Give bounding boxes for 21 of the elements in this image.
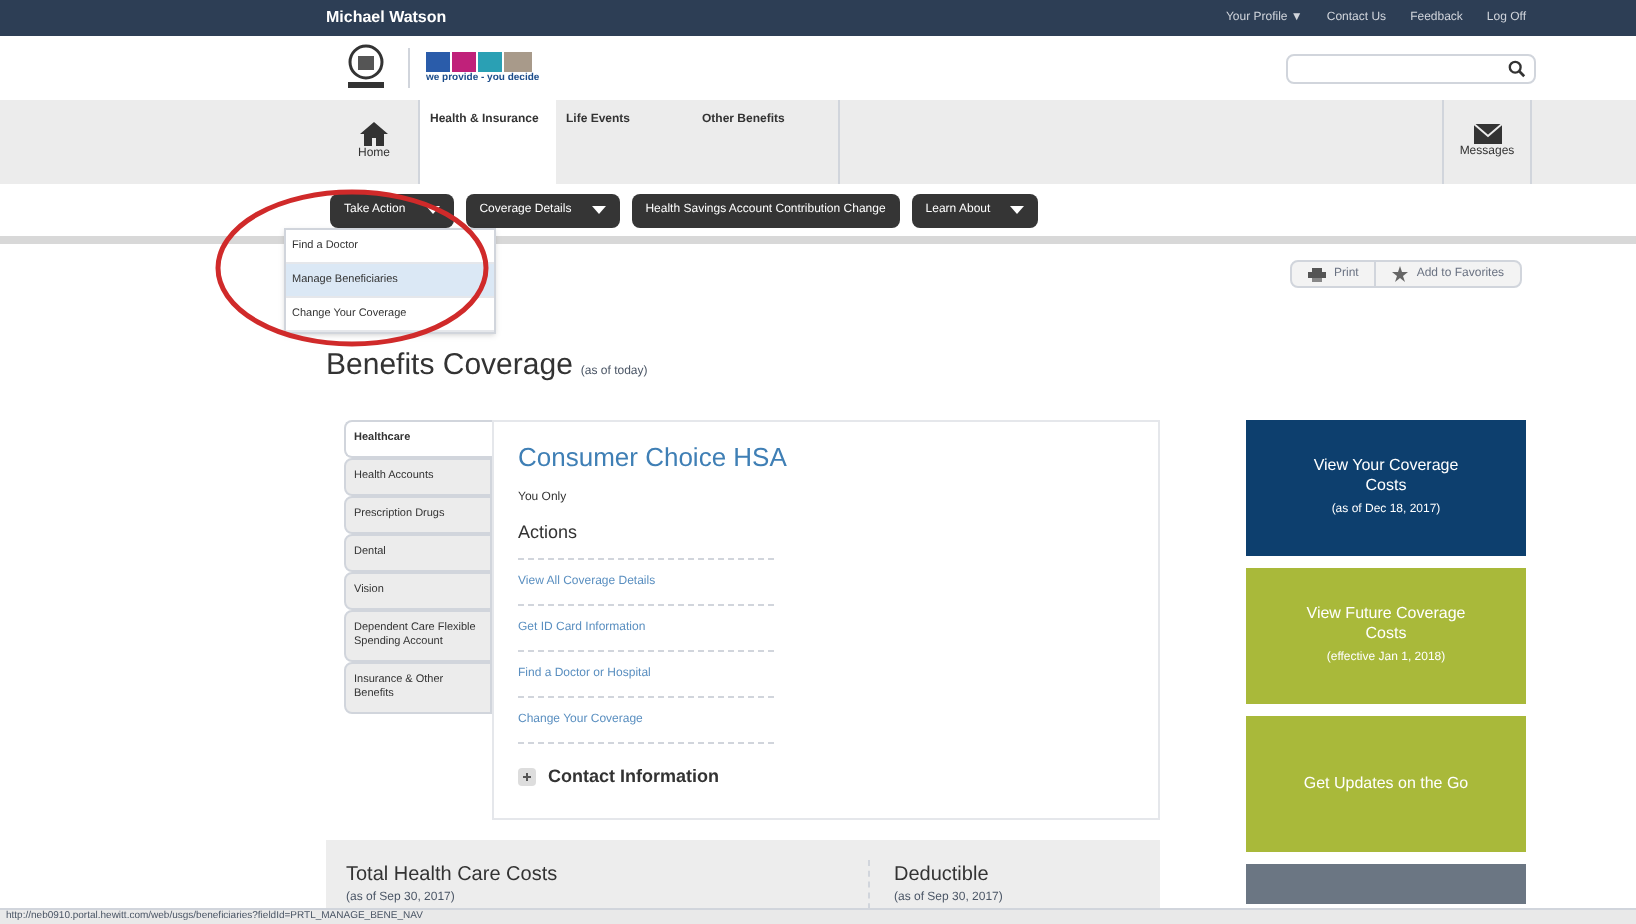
tile-title: Get Updates on the Go — [1301, 774, 1471, 794]
user-name: Michael Watson — [326, 6, 447, 30]
search-icon[interactable] — [1508, 59, 1526, 77]
caret-icon — [591, 206, 606, 214]
printer-icon — [1308, 267, 1326, 281]
contact-information-toggle[interactable]: Contact Information — [548, 764, 719, 791]
summary-title: Deductible — [894, 862, 991, 890]
search-field[interactable] — [1286, 53, 1536, 83]
caret-icon — [1010, 206, 1025, 214]
logo-color-blocks-icon — [426, 48, 534, 73]
tile-title: View Your Coverage Costs — [1311, 456, 1461, 496]
tile[interactable] — [1246, 864, 1526, 904]
envelope-icon — [1473, 123, 1501, 143]
page-heading: Benefits Coverage — [326, 346, 573, 386]
plan-name: Consumer Choice HSA — [518, 440, 789, 476]
actions-heading: Actions — [518, 519, 774, 560]
summary-title: Total Health Care Costs — [346, 862, 560, 890]
expand-plus-icon[interactable] — [518, 768, 536, 787]
caret-icon — [425, 206, 440, 214]
house-icon — [360, 121, 388, 145]
tile-title: View Future Coverage Costs — [1304, 604, 1468, 644]
